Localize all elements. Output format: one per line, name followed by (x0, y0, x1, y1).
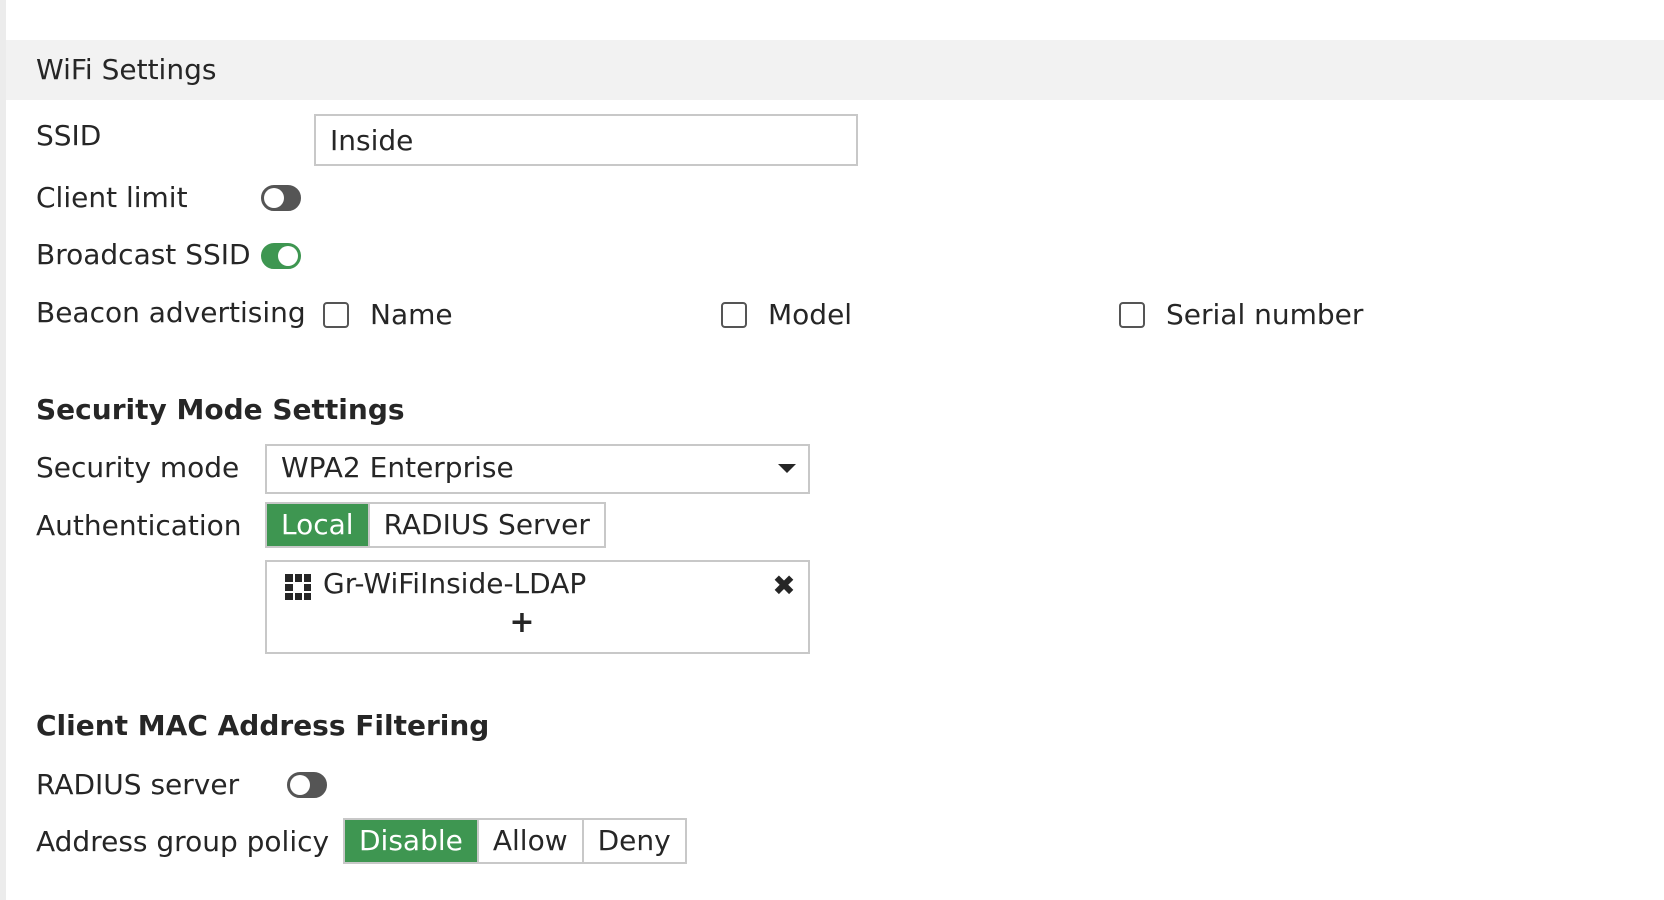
chevron-down-icon (778, 464, 796, 473)
policy-option-disable[interactable]: Disable (345, 820, 477, 862)
broadcast-ssid-toggle[interactable] (261, 243, 301, 269)
security-mode-label: Security mode (36, 451, 240, 484)
authentication-label: Authentication (36, 509, 242, 542)
security-mode-select[interactable]: WPA2 Enterprise (265, 444, 810, 494)
auth-option-local[interactable]: Local (267, 504, 368, 546)
beacon-serial-label: Serial number (1166, 298, 1364, 331)
user-group-entry: Gr-WiFiInside-LDAP (323, 567, 587, 600)
beacon-name-label: Name (370, 298, 453, 331)
ssid-input[interactable] (314, 114, 858, 166)
client-mac-filtering-title: Client MAC Address Filtering (36, 709, 490, 742)
broadcast-ssid-label: Broadcast SSID (36, 238, 251, 271)
address-group-policy-segmented-control: Disable Allow Deny (343, 818, 687, 864)
client-limit-toggle[interactable] (261, 185, 301, 211)
policy-option-allow[interactable]: Allow (476, 820, 582, 862)
plus-icon[interactable]: + (507, 608, 537, 638)
wifi-settings-header: WiFi Settings (6, 40, 1664, 100)
wifi-settings-page: WiFi Settings SSID Client limit Broadcas… (0, 0, 1664, 900)
beacon-model-label: Model (768, 298, 853, 331)
client-limit-label: Client limit (36, 181, 188, 214)
wifi-settings-title: WiFi Settings (36, 53, 217, 86)
ssid-label: SSID (36, 119, 102, 152)
security-mode-settings-title: Security Mode Settings (36, 393, 405, 426)
authentication-segmented-control: Local RADIUS Server (265, 502, 606, 548)
toggle-knob (264, 188, 284, 208)
toggle-knob (278, 246, 298, 266)
toggle-knob (290, 775, 310, 795)
auth-option-radius-server[interactable]: RADIUS Server (367, 504, 604, 546)
radius-server-label: RADIUS server (36, 768, 240, 801)
beacon-serial-checkbox[interactable] (1119, 302, 1145, 328)
close-icon[interactable]: ✖ (770, 572, 798, 600)
beacon-name-checkbox[interactable] (323, 302, 349, 328)
address-group-policy-label: Address group policy (36, 825, 330, 858)
security-mode-value: WPA2 Enterprise (281, 451, 514, 484)
left-border (0, 0, 6, 900)
user-group-list: Gr-WiFiInside-LDAP ✖ + (265, 560, 810, 654)
radius-server-toggle[interactable] (287, 772, 327, 798)
policy-option-deny[interactable]: Deny (581, 820, 685, 862)
beacon-advertising-label: Beacon advertising (36, 296, 306, 329)
beacon-model-checkbox[interactable] (721, 302, 747, 328)
group-icon (285, 574, 311, 600)
